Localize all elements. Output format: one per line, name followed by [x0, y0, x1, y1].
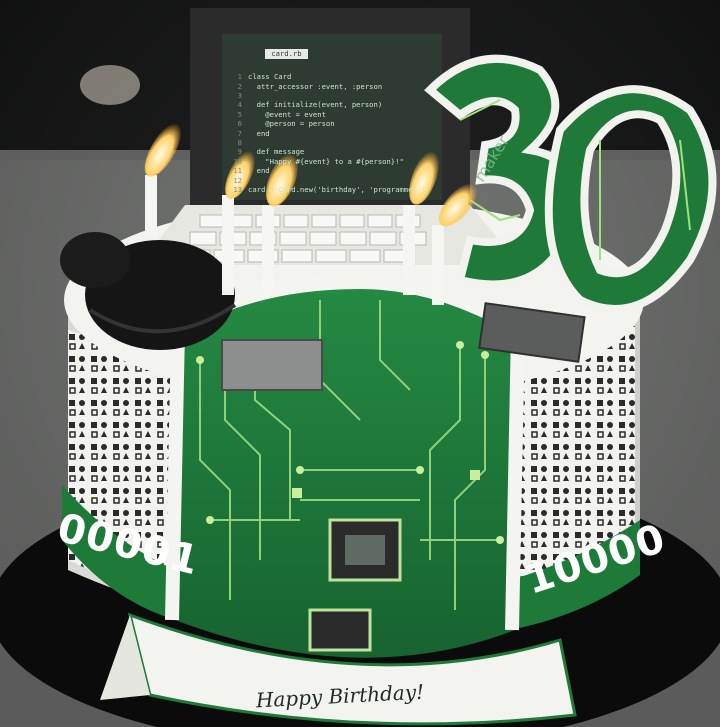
- code-line: 5 @event = event: [228, 110, 436, 119]
- line-number: 8: [237, 138, 242, 148]
- code-line: 6 @person = person: [228, 119, 436, 128]
- code-line: 13 card = Card.new('birthday', 'programme…: [228, 185, 436, 194]
- line-number: 6: [237, 119, 242, 129]
- glass-candle-holder: [80, 65, 140, 105]
- line-number: 11: [233, 166, 242, 176]
- code-text: class Card: [248, 72, 292, 82]
- line-number: 12: [233, 175, 242, 185]
- code-line: 12: [228, 176, 436, 185]
- code-line: 7 end: [228, 129, 436, 138]
- line-number: 9: [237, 147, 242, 157]
- code-text: attr_accessor :event, :person: [248, 81, 383, 91]
- code-text: "Happy #{event} to a #{person}!": [248, 156, 404, 166]
- candle-5: [432, 225, 444, 305]
- line-number: 5: [237, 109, 242, 119]
- code-text: def initialize(event, person): [248, 100, 383, 110]
- code-text: @event = event: [248, 109, 326, 119]
- line-number: 4: [237, 100, 242, 110]
- code-line: 9 def message: [228, 147, 436, 156]
- candle-2: [222, 195, 234, 295]
- candle-1: [145, 175, 157, 237]
- candle-4: [403, 205, 415, 295]
- line-number: 10: [233, 156, 242, 166]
- code-line: 3: [228, 91, 436, 100]
- code-line: 10 "Happy #{event} to a #{person}!": [228, 157, 436, 166]
- code-line: 8: [228, 138, 436, 147]
- line-number: 1: [237, 72, 242, 82]
- code-lines: 1 class Card 2 attr_accessor :event, :pers…: [228, 72, 436, 194]
- code-line: 1 class Card: [228, 72, 436, 81]
- line-number: 13: [233, 185, 242, 195]
- code-text: end: [248, 128, 270, 138]
- code-text: @person = person: [248, 119, 335, 129]
- line-number: 3: [237, 91, 242, 101]
- code-line: 4 def initialize(event, person): [228, 100, 436, 109]
- editor-tab: card.rb: [265, 49, 308, 59]
- mouse-cable-blob: [60, 232, 130, 288]
- code-line: 2 attr_accessor :event, :person: [228, 82, 436, 91]
- chip-die: [345, 535, 385, 565]
- ribbon-edge-right: [505, 329, 525, 631]
- code-text: def message: [248, 147, 305, 157]
- line-number: 7: [237, 128, 242, 138]
- code-text: card = Card.new('birthday', 'programmer'…: [248, 185, 426, 195]
- cpu-chip-silver-left: [221, 339, 323, 391]
- code-text: end: [248, 166, 270, 176]
- code-line: 11 end: [228, 166, 436, 175]
- chip-small: [308, 608, 372, 652]
- cake-photo: card.rb 1 class Card 2 attr_accessor :even…: [0, 0, 720, 727]
- line-number: 2: [237, 81, 242, 91]
- candle-3: [262, 205, 274, 295]
- laptop-code-editor: card.rb 1 class Card 2 attr_accessor :even…: [228, 40, 436, 200]
